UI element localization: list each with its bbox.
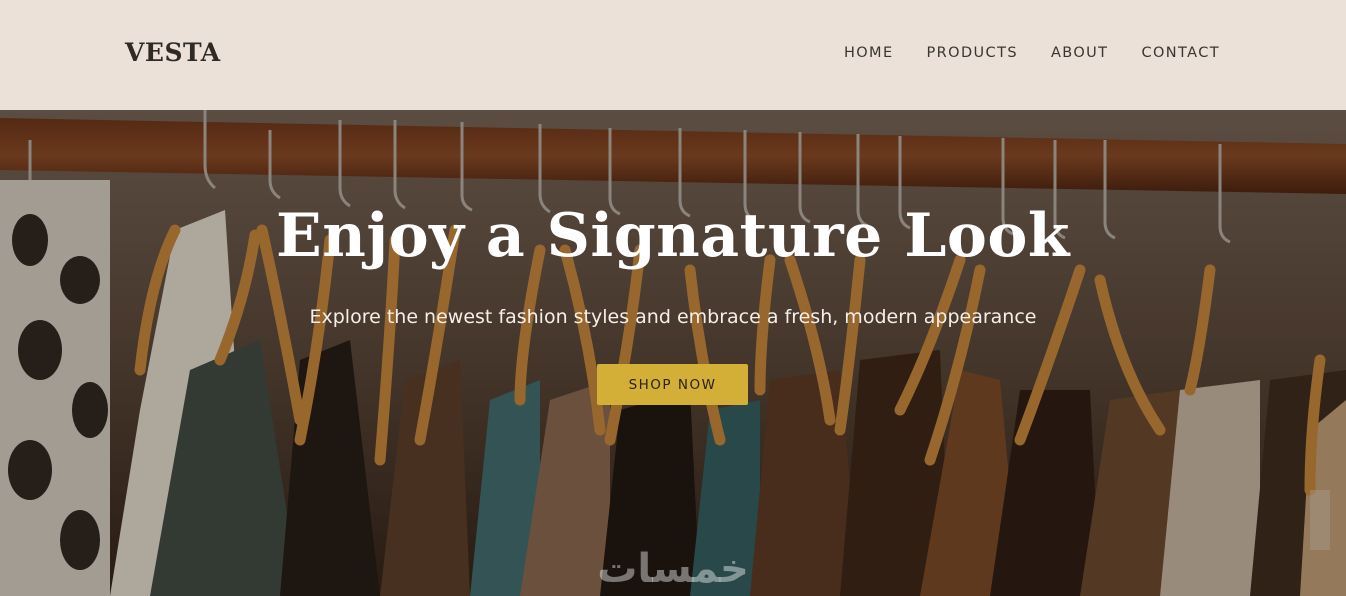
- brand-logo[interactable]: VESTA: [125, 38, 221, 67]
- hero-section: Enjoy a Signature Look Explore the newes…: [0, 110, 1346, 596]
- hero-overlay: [0, 110, 1346, 596]
- watermark-logo: خمسات: [597, 546, 749, 592]
- site-header: VESTA HOME PRODUCTS ABOUT CONTACT: [0, 0, 1346, 110]
- hero-subtitle: Explore the newest fashion styles and em…: [309, 306, 1037, 328]
- nav-link-contact[interactable]: CONTACT: [1141, 45, 1220, 61]
- nav-link-home[interactable]: HOME: [844, 45, 894, 61]
- nav-link-about[interactable]: ABOUT: [1051, 45, 1109, 61]
- nav-link-products[interactable]: PRODUCTS: [927, 45, 1018, 61]
- hero-title: Enjoy a Signature Look: [276, 201, 1070, 271]
- shop-now-button[interactable]: SHOP NOW: [597, 364, 748, 405]
- main-nav: HOME PRODUCTS ABOUT CONTACT: [844, 45, 1220, 61]
